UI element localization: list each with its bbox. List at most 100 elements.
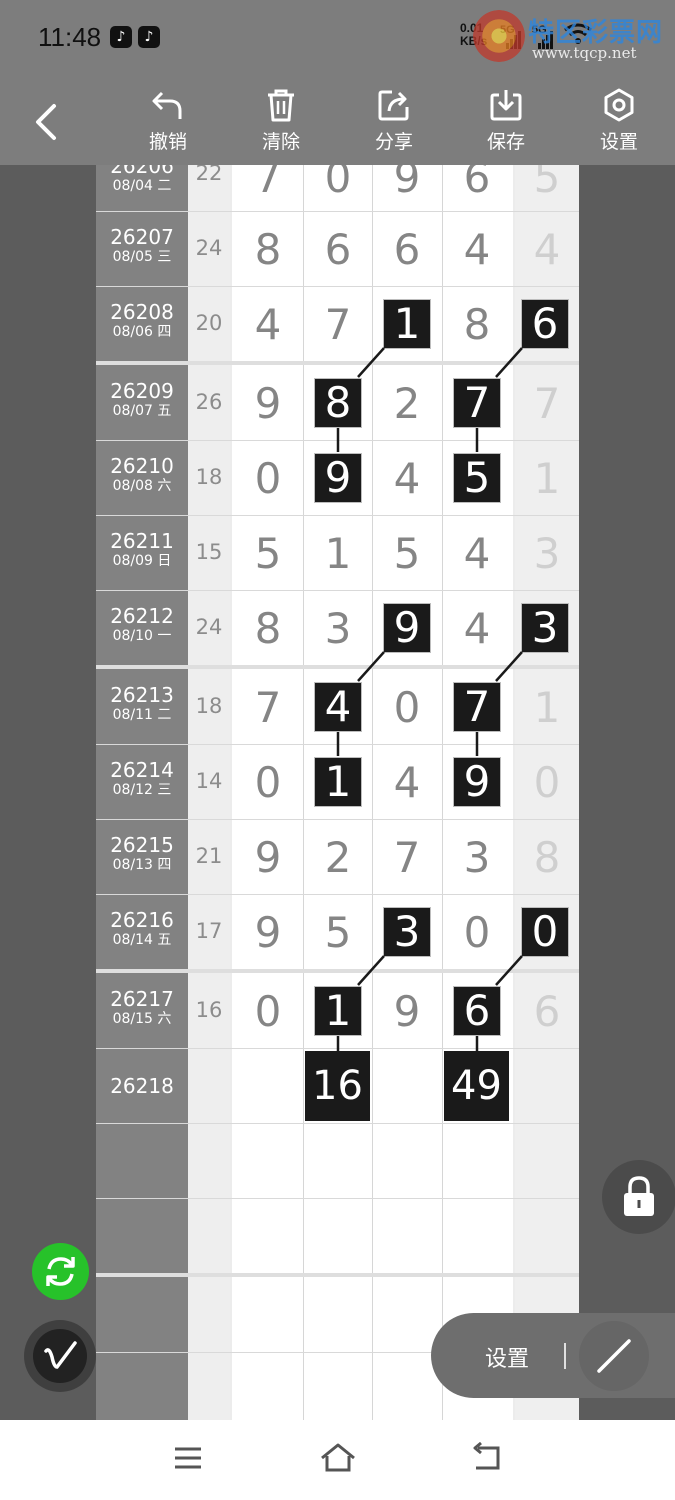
- download-icon: [490, 90, 522, 121]
- digit-cell: 4: [463, 529, 491, 578]
- back-icon[interactable]: [470, 1442, 504, 1474]
- clear-button[interactable]: 清除: [241, 85, 321, 161]
- refresh-button[interactable]: [32, 1243, 89, 1300]
- pen-icon: [44, 1341, 77, 1369]
- marked-digit-cell[interactable]: 6: [453, 986, 501, 1036]
- digit-cell: 8: [254, 604, 282, 653]
- marked-digit-cell[interactable]: 1: [314, 986, 362, 1036]
- undo-icon: [152, 91, 182, 119]
- grid-row-divider: [96, 744, 579, 745]
- next-issue-cell: 26218: [110, 1074, 174, 1098]
- issue-cell: 26207 08/05 三: [110, 225, 174, 265]
- share-label: 分享: [374, 131, 413, 153]
- save-button[interactable]: 保存: [466, 85, 546, 161]
- grid-row-divider: [96, 286, 579, 287]
- navigation-bar: [0, 1420, 675, 1500]
- menu-icon[interactable]: [172, 1442, 204, 1474]
- digit-cell: 8: [463, 300, 491, 349]
- lottery-grid[interactable]: 26206 08/04 二 22 7 0 9 6 5 26207 08/05 三…: [96, 165, 579, 1420]
- grid-row-divider: [96, 1048, 579, 1049]
- marked-digit-cell[interactable]: 5: [453, 453, 501, 503]
- sum-cell: 15: [195, 540, 223, 564]
- grid-row-divider: [96, 515, 579, 516]
- issue-cell: 26210 08/08 六: [110, 454, 174, 494]
- marked-extra-cell[interactable]: 6: [521, 299, 569, 349]
- issue-cell: 26209 08/07 五: [110, 379, 174, 419]
- digit-cell: 2: [393, 379, 421, 428]
- marked-digit-cell[interactable]: 7: [453, 682, 501, 732]
- grid-divider: [442, 165, 443, 1420]
- marked-digit-cell[interactable]: 9: [383, 603, 431, 653]
- digit-cell: 2: [324, 833, 352, 882]
- digit-cell: 4: [463, 225, 491, 274]
- issue-cell: 26211 08/09 日: [110, 529, 174, 569]
- grid-row-divider: [96, 819, 579, 820]
- digit-cell: 9: [254, 908, 282, 957]
- marked-digit-cell[interactable]: 1: [383, 299, 431, 349]
- sum-cell: 18: [195, 694, 223, 718]
- undo-label: 撤销: [148, 131, 187, 153]
- digit-cell: 6: [463, 165, 491, 202]
- extra-digit-cell: 0: [533, 758, 561, 807]
- settings-button[interactable]: 设置: [579, 85, 659, 161]
- digit-cell: 7: [324, 300, 352, 349]
- issue-cell: 26212 08/10 一: [110, 604, 174, 644]
- digit-cell: 7: [254, 683, 282, 732]
- marked-digit-cell[interactable]: 8: [314, 378, 362, 428]
- issue-cell: 26206 08/04 二: [110, 165, 174, 194]
- share-button[interactable]: 分享: [354, 85, 434, 161]
- digit-cell: 1: [324, 529, 352, 578]
- extra-digit-cell: 6: [533, 987, 561, 1036]
- marked-digit-cell[interactable]: 9: [314, 453, 362, 503]
- digit-cell: 9: [393, 165, 421, 202]
- digit-cell: 0: [254, 758, 282, 807]
- issue-cell: 26213 08/11 二: [110, 683, 174, 723]
- marked-digit-cell[interactable]: 1: [314, 757, 362, 807]
- digit-cell: 9: [254, 379, 282, 428]
- grid-row-divider: [96, 1198, 579, 1199]
- watermark-logo: [473, 10, 525, 62]
- grid-row-divider: [96, 894, 579, 895]
- digit-cell: 4: [393, 758, 421, 807]
- marked-digit-cell[interactable]: 4: [314, 682, 362, 732]
- marked-extra-cell[interactable]: 3: [521, 603, 569, 653]
- line-tool-icon: [597, 1339, 631, 1373]
- grid-row-divider: [96, 590, 579, 591]
- trash-icon: [268, 89, 294, 122]
- extra-digit-cell: 7: [533, 379, 561, 428]
- toolbar: 撤销 清除 分享 保存 设置: [0, 75, 675, 165]
- save-label: 保存: [486, 131, 525, 153]
- draw-settings-button[interactable]: 设置: [485, 1341, 529, 1373]
- extra-digit-cell: 4: [533, 225, 561, 274]
- marked-digit-cell[interactable]: 9: [453, 757, 501, 807]
- line-tool-button[interactable]: [579, 1321, 649, 1391]
- marked-extra-cell[interactable]: 0: [521, 907, 569, 957]
- chevron-left-icon: [36, 104, 56, 140]
- extra-digit-cell: 8: [533, 833, 561, 882]
- issue-cell: 26217 08/15 六: [110, 987, 174, 1027]
- home-icon[interactable]: [319, 1442, 357, 1474]
- digit-cell: 6: [393, 225, 421, 274]
- back-button[interactable]: [28, 100, 64, 144]
- prediction-box[interactable]: 16: [305, 1051, 370, 1121]
- digit-cell: 0: [254, 454, 282, 503]
- sum-cell: 24: [195, 615, 223, 639]
- sum-cell: 22: [195, 165, 223, 185]
- undo-button[interactable]: 撤销: [128, 85, 208, 161]
- pill-divider: [564, 1343, 566, 1369]
- digit-cell: 8: [254, 225, 282, 274]
- lock-button[interactable]: [602, 1160, 675, 1234]
- sum-cell: 14: [195, 769, 223, 793]
- marked-digit-cell[interactable]: 3: [383, 907, 431, 957]
- marked-digit-cell[interactable]: 7: [453, 378, 501, 428]
- digit-cell: 6: [324, 225, 352, 274]
- pen-button[interactable]: [24, 1320, 96, 1392]
- digit-cell: 7: [393, 833, 421, 882]
- pen-button-inner: [33, 1329, 87, 1383]
- settings-icon: [604, 88, 634, 122]
- grid-row-divider: [96, 1273, 579, 1277]
- prediction-box[interactable]: 49: [444, 1051, 509, 1121]
- refresh-icon: [46, 1257, 75, 1286]
- draw-settings-pill: 设置: [431, 1313, 675, 1398]
- sum-cell: 21: [195, 844, 223, 868]
